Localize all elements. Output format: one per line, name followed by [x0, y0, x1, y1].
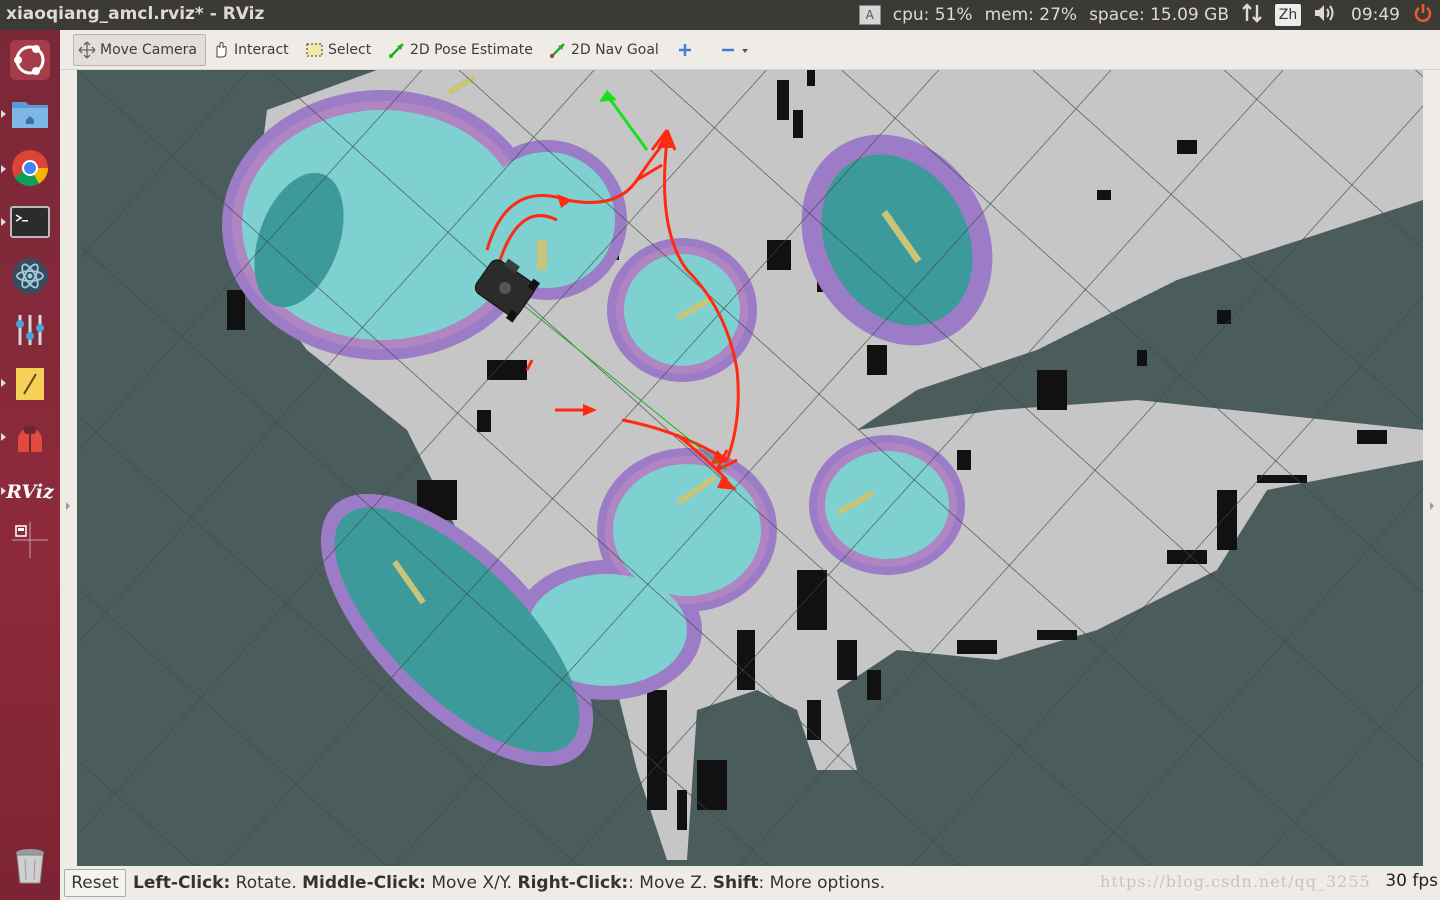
collapse-left-arrow-icon: [62, 70, 74, 895]
top-panel: xiaoqiang_amcl.rviz* - RViz A cpu: 51% m…: [0, 0, 1440, 30]
ubuntu-dash-icon[interactable]: [8, 38, 52, 82]
status-bar: Reset Left-Click: Rotate. Middle-Click: …: [60, 866, 1440, 900]
launcher-running-indicator: [1, 110, 6, 118]
left-panel-collapse[interactable]: [60, 70, 76, 895]
pose-estimate-arrow-icon: [389, 43, 404, 58]
input-method-indicator[interactable]: Zh: [1275, 4, 1301, 26]
fps-counter: 30 fps: [1385, 871, 1438, 891]
indicator-area: A cpu: 51% mem: 27% space: 15.09 GB Zh 0…: [858, 0, 1440, 30]
interact-tool[interactable]: Interact: [208, 34, 293, 66]
help-key-left: Left-Click:: [133, 873, 231, 893]
help-desc-right: : Move Z.: [628, 873, 713, 893]
map-render: [77, 70, 1423, 895]
window-title: xiaoqiang_amcl.rviz* - RViz: [6, 4, 265, 24]
rviz-icon[interactable]: RViz: [6, 470, 54, 514]
hand-icon: [216, 41, 227, 58]
help-key-middle: Middle-Click:: [302, 873, 426, 893]
render-viewport[interactable]: [77, 70, 1423, 895]
launcher-running-indicator: [1, 433, 6, 441]
help-desc-middle: Move X/Y.: [425, 873, 518, 893]
atom-icon[interactable]: [8, 254, 52, 298]
trash-icon[interactable]: [8, 844, 52, 888]
settings-icon[interactable]: [8, 308, 52, 352]
network-icon[interactable]: [1241, 2, 1263, 29]
launcher-running-indicator: [1, 218, 6, 226]
select-tool[interactable]: Select: [302, 34, 375, 66]
workspace-icon[interactable]: [8, 518, 52, 562]
space-indicator[interactable]: space: 15.09 GB: [1089, 5, 1229, 25]
nav-goal-tool[interactable]: 2D Nav Goal: [545, 34, 663, 66]
nav-goal-label: 2D Nav Goal: [571, 42, 659, 58]
launcher-running-indicator: [1, 379, 6, 387]
select-icon: [306, 43, 323, 57]
power-icon[interactable]: [1412, 2, 1434, 29]
notes-icon[interactable]: [8, 362, 52, 406]
select-label: Select: [328, 42, 372, 58]
bug-icon[interactable]: [8, 416, 52, 460]
pose-estimate-label: 2D Pose Estimate: [410, 42, 533, 58]
grid: [77, 70, 1423, 895]
collapse-right-arrow-icon: [1430, 502, 1434, 510]
unity-launcher: RViz: [0, 30, 60, 900]
move-camera-icon: [78, 41, 96, 59]
toolbar: Move Camera Interact Select 2D Pose Esti…: [60, 30, 1440, 70]
cpu-indicator[interactable]: cpu: 51%: [893, 5, 973, 25]
nav-goal-arrow-icon: [550, 43, 565, 58]
help-key-shift: Shift: [712, 873, 759, 893]
files-icon[interactable]: [8, 92, 52, 136]
volume-icon[interactable]: [1313, 2, 1339, 29]
pose-estimate-tool[interactable]: 2D Pose Estimate: [384, 34, 537, 66]
move-camera-label: Move Camera: [100, 42, 197, 58]
help-desc-shift: : More options.: [758, 873, 886, 893]
right-panel-collapse[interactable]: [1424, 70, 1440, 895]
keyboard-indicator[interactable]: A: [858, 5, 881, 25]
remove-tool-button[interactable]: [715, 34, 757, 66]
move-camera-tool[interactable]: Move Camera: [73, 34, 206, 66]
clock[interactable]: 09:49: [1351, 5, 1400, 25]
help-key-right: Right-Click:: [517, 873, 629, 893]
mouse-help-text: Left-Click: Rotate. Middle-Click: Move X…: [133, 873, 885, 893]
rviz-window: Move Camera Interact Select 2D Pose Esti…: [60, 30, 1440, 900]
mem-indicator[interactable]: mem: 27%: [985, 5, 1078, 25]
add-tool-button[interactable]: [672, 34, 698, 66]
reset-button[interactable]: Reset: [64, 869, 126, 897]
terminal-icon[interactable]: [8, 200, 52, 244]
plus-icon: [679, 44, 691, 56]
help-desc-left: Rotate.: [230, 873, 303, 893]
chrome-icon[interactable]: [8, 146, 52, 190]
watermark: https://blog.csdn.net/qq_3255: [1100, 872, 1371, 891]
rviz-icon-label: RViz: [6, 481, 54, 503]
interact-label: Interact: [234, 42, 289, 58]
minus-dropdown-icon: [722, 48, 748, 53]
launcher-running-indicator: [1, 165, 6, 173]
